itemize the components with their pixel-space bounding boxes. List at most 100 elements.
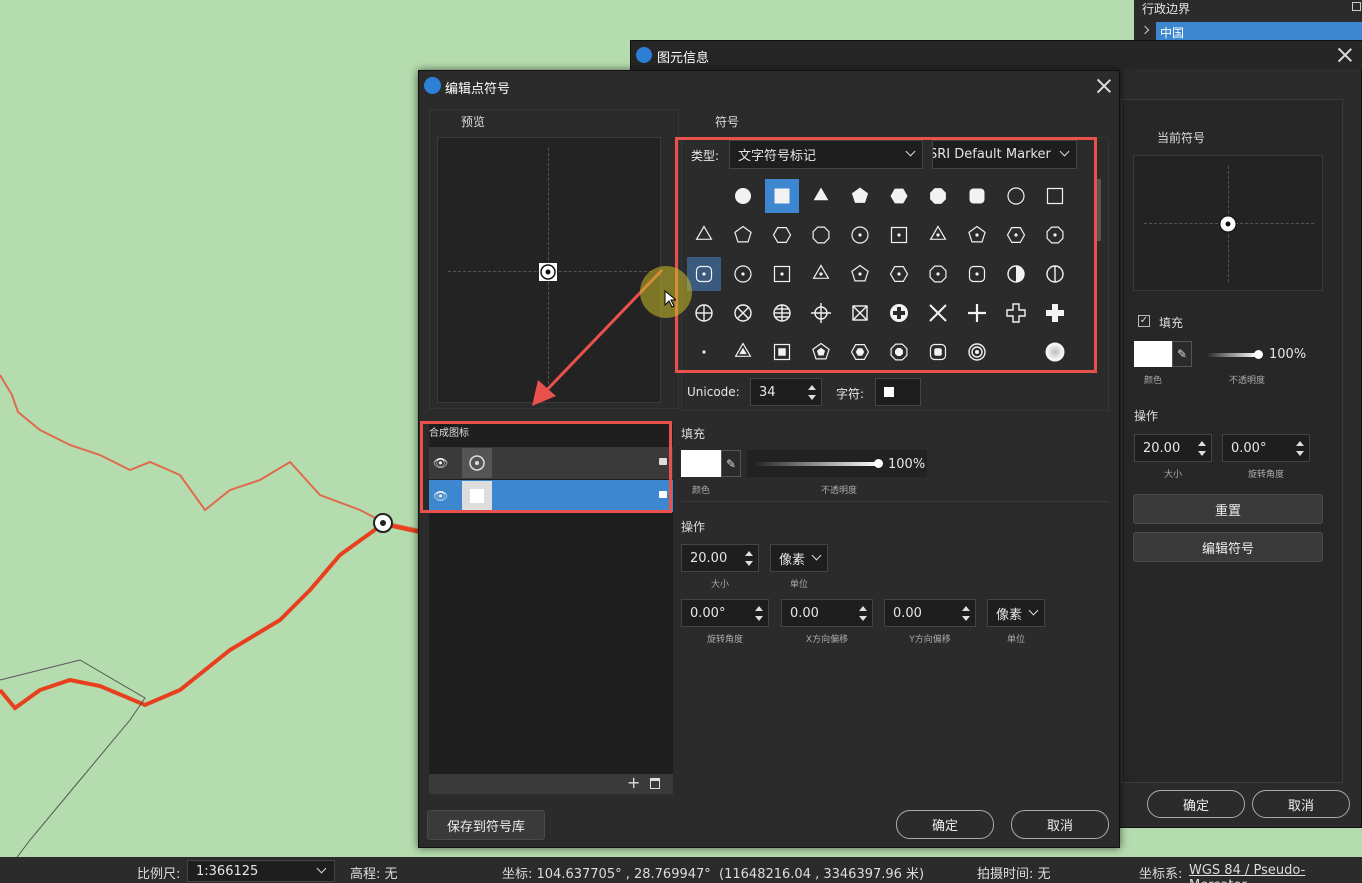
symbol-rounded-square-nested-icon[interactable] bbox=[921, 335, 955, 369]
unicode-spinner[interactable] bbox=[807, 382, 817, 402]
x-offset-spinner[interactable] bbox=[858, 603, 868, 623]
opacity-slider-knob[interactable] bbox=[1254, 350, 1263, 359]
reset-button[interactable]: 重置 bbox=[1133, 494, 1323, 524]
add-layer-icon[interactable]: + bbox=[627, 773, 640, 792]
symbol-square-dot-icon[interactable] bbox=[765, 257, 799, 291]
symbol-circle-ring-dot-icon[interactable] bbox=[687, 335, 721, 369]
opacity-slider[interactable] bbox=[1205, 353, 1257, 357]
composite-layer-row[interactable]: 👁 bbox=[429, 447, 673, 479]
symbol-circle-vertical-line-icon[interactable] bbox=[1038, 257, 1072, 291]
symbol-pentagon-nested-icon[interactable] bbox=[804, 335, 838, 369]
lock-icon[interactable] bbox=[659, 458, 667, 465]
y-offset-input[interactable]: 0.00 bbox=[884, 599, 976, 627]
symbol-pentagon-outline-icon[interactable] bbox=[726, 218, 760, 252]
symbol-circle-dot-icon[interactable] bbox=[726, 257, 760, 291]
symbol-grid[interactable] bbox=[687, 179, 1087, 371]
symbol-x-mark-icon[interactable] bbox=[921, 296, 955, 330]
symbol-pentagon-dot-icon[interactable] bbox=[960, 218, 994, 252]
rotation-spinner[interactable] bbox=[754, 603, 764, 623]
save-to-library-button[interactable]: 保存到符号库 bbox=[427, 810, 545, 840]
crs-link[interactable]: WGS 84 / Pseudo-Mercator bbox=[1189, 863, 1362, 883]
symbol-cross-outline-icon[interactable] bbox=[999, 296, 1033, 330]
y-offset-spinner[interactable] bbox=[961, 603, 971, 623]
symbol-cross-filled-icon[interactable] bbox=[1038, 296, 1072, 330]
eyedropper-button[interactable]: ✎ bbox=[1172, 341, 1192, 367]
symbol-crosshair-icon[interactable] bbox=[804, 296, 838, 330]
size-input[interactable]: 20.00 bbox=[1134, 434, 1212, 462]
unlock-icon[interactable] bbox=[659, 491, 667, 498]
symbol-circle-rings-icon[interactable] bbox=[960, 335, 994, 369]
opacity-slider-knob[interactable] bbox=[874, 459, 883, 468]
symbol-hexagon-outline-icon[interactable] bbox=[765, 218, 799, 252]
symbol-circle-ring-filled-icon[interactable] bbox=[999, 335, 1033, 369]
symbol-octagon-dot-icon[interactable] bbox=[1038, 218, 1072, 252]
symbol-triangle-dot-icon[interactable] bbox=[921, 218, 955, 252]
x-offset-input[interactable]: 0.00 bbox=[781, 599, 873, 627]
size-input[interactable]: 20.00 bbox=[681, 544, 759, 572]
symbol-octagon-dot-icon[interactable] bbox=[921, 257, 955, 291]
symbol-hexagon-nested-icon[interactable] bbox=[843, 335, 877, 369]
size-spinner[interactable] bbox=[744, 548, 754, 568]
symbol-cross-circle-filled-icon[interactable] bbox=[882, 296, 916, 330]
symbol-hexagon-dot-icon[interactable] bbox=[882, 257, 916, 291]
symbol-pentagon-dot-icon[interactable] bbox=[843, 257, 877, 291]
eyedropper-button[interactable]: ✎ bbox=[721, 450, 741, 477]
close-icon[interactable] bbox=[1337, 47, 1353, 63]
delete-layer-icon[interactable] bbox=[650, 778, 660, 789]
visibility-eye-icon[interactable]: 👁 bbox=[433, 489, 448, 503]
panel-float-icon[interactable] bbox=[1352, 2, 1361, 11]
symbol-pentagon-filled-icon[interactable] bbox=[843, 179, 877, 213]
visibility-eye-icon[interactable]: 👁 bbox=[433, 456, 448, 470]
rotation-input[interactable]: 0.00° bbox=[1222, 434, 1310, 462]
symbol-circle-x-icon[interactable] bbox=[726, 296, 760, 330]
symbol-circle-gradient-icon[interactable] bbox=[1038, 335, 1072, 369]
feature-cancel-button[interactable]: 取消 bbox=[1252, 790, 1350, 818]
font-select[interactable]: SRI Default Marker bbox=[932, 140, 1077, 169]
symbol-square-outline-icon[interactable] bbox=[1038, 179, 1072, 213]
edit-cancel-button[interactable]: 取消 bbox=[1011, 810, 1109, 839]
symbol-circle-outline-icon[interactable] bbox=[999, 179, 1033, 213]
symbol-hexagon-dot-icon[interactable] bbox=[999, 218, 1033, 252]
char-field[interactable] bbox=[875, 378, 921, 406]
symbol-hexagon-filled-icon[interactable] bbox=[882, 179, 916, 213]
unicode-input[interactable]: 34 bbox=[750, 378, 822, 406]
symbol-octagon-outline-icon[interactable] bbox=[804, 218, 838, 252]
opacity-slider[interactable] bbox=[753, 462, 879, 466]
rotation-spinner[interactable] bbox=[1295, 438, 1305, 458]
symbol-plus-icon[interactable] bbox=[960, 296, 994, 330]
symbol-octagon-filled-icon[interactable] bbox=[921, 179, 955, 213]
symbol-triangle-filled-icon[interactable] bbox=[804, 179, 838, 213]
symbol-triangle-nested-icon[interactable] bbox=[726, 335, 760, 369]
symbol-circle-plus-icon[interactable] bbox=[687, 296, 721, 330]
close-icon[interactable] bbox=[1096, 78, 1112, 94]
scale-select[interactable]: 1:366125 bbox=[187, 860, 335, 882]
layer-item-china[interactable]: 中国 bbox=[1156, 22, 1362, 42]
symbol-octagon-nested-icon[interactable] bbox=[882, 335, 916, 369]
offset-unit-select[interactable]: 像素 bbox=[987, 599, 1045, 627]
symbol-circle-dot-icon[interactable] bbox=[843, 218, 877, 252]
symbol-rounded-square-dot-icon[interactable] bbox=[960, 257, 994, 291]
expand-chevron-icon[interactable] bbox=[1140, 25, 1150, 35]
symbol-circle-filled-icon[interactable] bbox=[726, 179, 760, 213]
feature-ok-button[interactable]: 确定 bbox=[1147, 790, 1245, 818]
symbol-square-filled-icon[interactable] bbox=[765, 179, 799, 213]
symbol-rounded-square-filled-icon[interactable] bbox=[960, 179, 994, 213]
edit-ok-button[interactable]: 确定 bbox=[896, 810, 994, 839]
symbol-circle-grid-icon[interactable] bbox=[765, 296, 799, 330]
composite-layer-row-selected[interactable]: 👁 bbox=[429, 480, 673, 512]
symbol-rounded-square-dot-icon[interactable] bbox=[687, 257, 721, 291]
fill-color-swatch[interactable] bbox=[681, 450, 721, 477]
edit-symbol-button[interactable]: 编辑符号 bbox=[1133, 532, 1323, 562]
symbol-square-nested-icon[interactable] bbox=[765, 335, 799, 369]
symbol-grid-scrollbar[interactable] bbox=[1097, 179, 1101, 241]
symbol-triangle-dot-icon[interactable] bbox=[804, 257, 838, 291]
rotation-input[interactable]: 0.00° bbox=[681, 599, 769, 627]
fill-color-swatch[interactable] bbox=[1134, 341, 1172, 367]
symbol-triangle-outline-icon[interactable] bbox=[687, 218, 721, 252]
symbol-half-circle-icon[interactable] bbox=[999, 257, 1033, 291]
unit-select[interactable]: 像素 bbox=[770, 544, 828, 572]
symbol-square-x-icon[interactable] bbox=[843, 296, 877, 330]
fill-checkbox[interactable]: ✓ bbox=[1138, 315, 1150, 327]
symbol-blank-icon[interactable] bbox=[687, 179, 721, 213]
type-select[interactable]: 文字符号标记 bbox=[729, 140, 923, 169]
